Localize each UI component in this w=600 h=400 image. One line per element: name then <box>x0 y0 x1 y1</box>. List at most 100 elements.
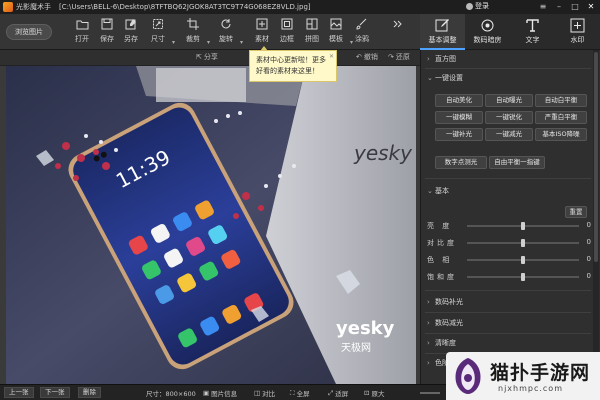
open-label: 打开 <box>75 35 89 43</box>
slider-track[interactable] <box>467 239 579 247</box>
sharpen-button[interactable]: 一键锐化 <box>485 111 533 124</box>
resize-icon <box>151 17 165 31</box>
slider-value: 0 <box>586 221 591 229</box>
slider-value: 0 <box>586 255 591 263</box>
file-path: [C:\Users\BELL-6\Desktop\8TFTBQ62JGOK8AT… <box>59 3 311 11</box>
auto-exposure-button[interactable]: 自动曝光 <box>485 94 533 107</box>
contrast-slider[interactable]: 对比度 0 <box>427 238 591 248</box>
size-label: 尺寸 <box>151 35 165 43</box>
auto-white-balance-button[interactable]: 自动白平衡 <box>535 94 587 107</box>
prev-image-button[interactable]: 上一张 <box>4 387 34 398</box>
tab-basic-adjust[interactable]: 基本调整 <box>420 14 465 50</box>
app-logo-icon <box>3 2 13 12</box>
material-icon <box>255 17 269 31</box>
slider-handle[interactable] <box>521 222 525 230</box>
tab-text[interactable]: 文字 <box>510 14 555 50</box>
open-button[interactable]: 打开 <box>71 17 93 47</box>
menu-icon[interactable]: ≡ <box>536 1 550 12</box>
tab-label: 文字 <box>525 36 540 44</box>
original-size-button[interactable]: ⊡ 原大 <box>364 388 384 398</box>
minimize-icon[interactable]: – <box>552 1 566 12</box>
border-icon <box>280 17 294 31</box>
scrollbar-thumb[interactable] <box>594 52 598 262</box>
fit-screen-button[interactable]: ⤢ 适屏 <box>328 388 348 399</box>
more-button[interactable] <box>386 17 408 47</box>
digital-reduce-light-section[interactable]: › 数码减光 <box>421 316 593 330</box>
save-as-icon <box>124 17 138 31</box>
slider-label: 饱和度 <box>427 273 457 281</box>
collage-button[interactable]: 拼图 <box>301 17 323 47</box>
blur-button[interactable]: 一键模糊 <box>435 111 483 124</box>
close-icon[interactable]: ✕ <box>329 51 334 62</box>
chevron-down-icon[interactable]: ▾ <box>172 39 175 46</box>
panel-scrollbar[interactable] <box>593 50 599 384</box>
severe-white-balance-button[interactable]: 严重白平衡 <box>535 111 587 124</box>
slider-handle[interactable] <box>521 239 525 247</box>
divider <box>425 68 591 69</box>
main-toolbar: 浏览图片 打开 保存 另存 尺寸 ▾ 裁剪 ▾ 旋转 ▾ 素材 边框 拼图 模板 <box>0 14 420 50</box>
save-icon <box>100 17 114 31</box>
tab-watermark[interactable]: 水印 <box>555 14 600 50</box>
undo-button[interactable]: ↶ 撤销 <box>356 52 378 62</box>
size-button[interactable]: 尺寸 ▾ <box>147 17 175 47</box>
right-tab-bar: 基本调整 数码暗房 文字 水印 <box>420 14 600 50</box>
zoom-slider[interactable] <box>420 392 440 394</box>
title-bar: 光影魔术手 [C:\Users\BELL-6\Desktop\8TFTBQ62J… <box>0 0 600 14</box>
fullscreen-button[interactable]: ⛶ 全屏 <box>290 388 310 399</box>
user-icon <box>466 2 473 10</box>
spot-metering-button[interactable]: 数字点测光 <box>435 156 487 169</box>
free-balance-button[interactable]: 自由平衡一指键 <box>489 156 545 169</box>
site-watermark: 猫扑手游网 njxhmpc.com <box>446 352 600 400</box>
saturation-slider[interactable]: 饱和度 0 <box>427 272 591 282</box>
save-as-button[interactable]: 另存 <box>120 17 142 47</box>
chevron-right-icon: › <box>427 359 430 367</box>
border-button[interactable]: 边框 <box>276 17 298 47</box>
iso-denoise-button[interactable]: 基本ISO降噪 <box>535 128 587 141</box>
login-button[interactable]: 登录 <box>466 1 489 11</box>
brightness-slider[interactable]: 亮 度 0 <box>427 221 591 231</box>
collage-label: 拼图 <box>305 35 319 43</box>
rotate-label: 旋转 <box>219 35 233 43</box>
template-button[interactable]: 模板 ▾ <box>325 17 353 47</box>
slider-handle[interactable] <box>521 256 525 264</box>
rotate-button[interactable]: 旋转 ▾ <box>215 17 243 47</box>
slider-handle[interactable] <box>521 273 525 281</box>
maximize-icon[interactable]: □ <box>568 1 582 12</box>
slider-track[interactable] <box>467 222 579 230</box>
clarity-section[interactable]: › 清晰度 <box>421 336 593 350</box>
watermark-url: njxhmpc.com <box>498 384 563 393</box>
onekey-section[interactable]: ⌄ 一键设置 <box>421 71 593 85</box>
tab-digital-darkroom[interactable]: 数码暗房 <box>465 14 510 50</box>
undo-label: 撤销 <box>363 53 378 61</box>
digital-fill-light-section[interactable]: › 数码补光 <box>421 295 593 309</box>
slider-track[interactable] <box>467 256 579 264</box>
reduce-light-button[interactable]: 一键减光 <box>485 128 533 141</box>
image-info-button[interactable]: ▣ 图片信息 <box>203 388 237 398</box>
chevron-down-icon[interactable]: ▾ <box>240 39 243 46</box>
delete-button[interactable]: 删除 <box>78 387 101 398</box>
reset-button[interactable]: 重置 <box>565 206 587 218</box>
chevron-down-icon[interactable]: ▾ <box>207 39 210 46</box>
compare-icon: ◫ <box>254 389 261 397</box>
close-icon[interactable]: ✕ <box>584 1 598 12</box>
slider-track[interactable] <box>467 273 579 281</box>
photo-illustration: 11:39 yesky yesky 天极网 <box>6 66 416 384</box>
fill-light-button[interactable]: 一键补光 <box>435 128 483 141</box>
collage-icon <box>305 17 319 31</box>
crop-label: 裁剪 <box>186 35 200 43</box>
graffiti-button[interactable]: 涂鸦 <box>351 17 373 47</box>
save-button[interactable]: 保存 <box>96 17 118 47</box>
compare-button[interactable]: ◫ 对比 <box>254 388 275 398</box>
auto-beautify-button[interactable]: 自动美化 <box>435 94 483 107</box>
browse-images-button[interactable]: 浏览图片 <box>6 24 52 40</box>
hue-slider[interactable]: 色 相 0 <box>427 255 591 265</box>
histogram-section[interactable]: › 直方图 <box>421 52 593 66</box>
share-button[interactable]: ⇱ 分享 <box>196 52 218 62</box>
basic-section[interactable]: ⌄ 基本 <box>421 184 593 198</box>
next-image-button[interactable]: 下一张 <box>40 387 70 398</box>
redo-button[interactable]: ↷ 还原 <box>388 52 410 62</box>
image-canvas[interactable]: 11:39 yesky yesky 天极网 <box>0 66 420 384</box>
crop-button[interactable]: 裁剪 ▾ <box>182 17 210 47</box>
darkroom-icon <box>480 17 496 33</box>
material-button[interactable]: 素材 <box>251 17 273 47</box>
